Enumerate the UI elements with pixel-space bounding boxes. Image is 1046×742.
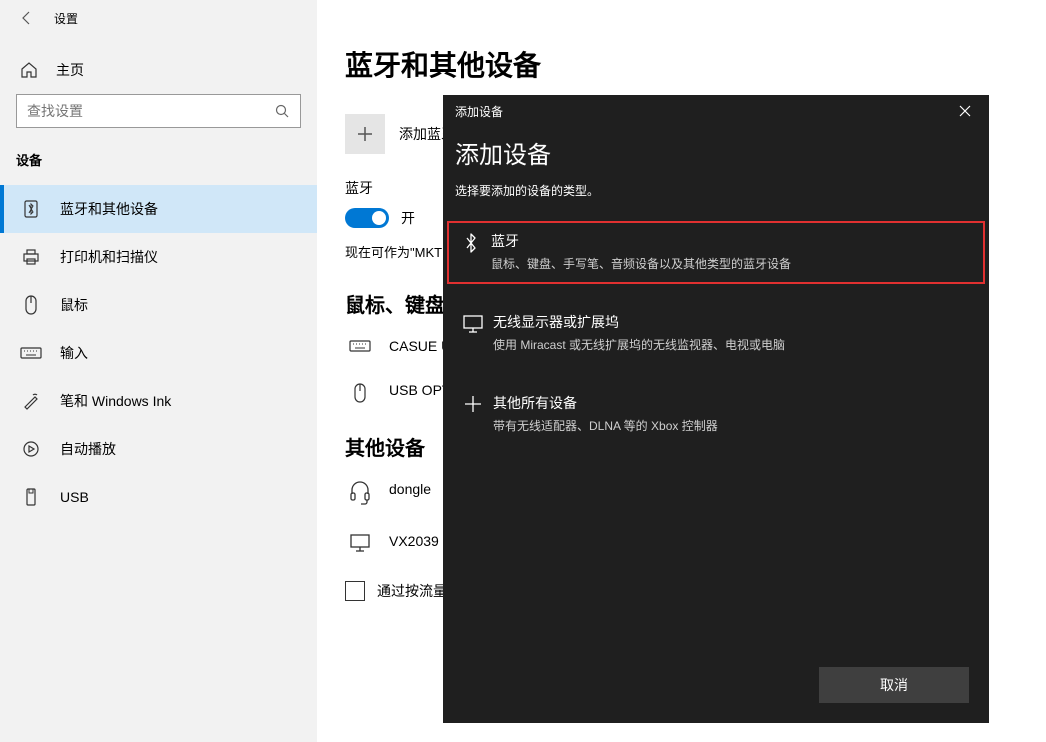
dialog-option-desc: 鼠标、键盘、手写笔、音频设备以及其他类型的蓝牙设备 <box>491 255 977 272</box>
device-label: CASUE U <box>389 338 451 354</box>
metered-checkbox[interactable] <box>345 581 365 601</box>
mouse-icon <box>345 382 375 404</box>
dialog-footer: 取消 <box>819 667 969 703</box>
nav-item-label: 笔和 Windows Ink <box>60 391 171 411</box>
search-input[interactable] <box>27 103 272 119</box>
monitor-icon <box>345 533 375 553</box>
dialog-option-desc: 使用 Miracast 或无线扩展坞的无线监视器、电视或电脑 <box>493 336 975 353</box>
dialog-option-0[interactable]: 蓝牙鼠标、键盘、手写笔、音频设备以及其他类型的蓝牙设备 <box>447 221 985 284</box>
nav-item-label: USB <box>60 489 89 505</box>
nav-item-4[interactable]: 笔和 Windows Ink <box>0 377 317 425</box>
metered-checkbox-label: 通过按流量 <box>377 581 447 601</box>
home-icon <box>20 61 38 79</box>
dialog-header-title: 添加设备 <box>455 103 503 120</box>
dialog-option-title: 无线显示器或扩展坞 <box>493 312 975 332</box>
mouse-icon <box>20 294 42 316</box>
dialog-option-1[interactable]: 无线显示器或扩展坞使用 Miracast 或无线扩展坞的无线监视器、电视或电脑 <box>455 302 977 365</box>
autoplay-icon <box>20 440 42 458</box>
device-label: dongle <box>389 481 431 497</box>
bluetooth-toggle[interactable] <box>345 208 389 228</box>
dialog-close-button[interactable] <box>953 99 977 123</box>
nav-item-2[interactable]: 鼠标 <box>0 281 317 329</box>
nav-item-0[interactable]: 蓝牙和其他设备 <box>0 185 317 233</box>
bluetooth-toggle-label: 开 <box>401 208 415 228</box>
nav-item-3[interactable]: 输入 <box>0 329 317 377</box>
dialog-options-list: 蓝牙鼠标、键盘、手写笔、音频设备以及其他类型的蓝牙设备无线显示器或扩展坞使用 M… <box>455 221 977 446</box>
cancel-button[interactable]: 取消 <box>819 667 969 703</box>
dialog-body: 添加设备 选择要添加的设备的类型。 蓝牙鼠标、键盘、手写笔、音频设备以及其他类型… <box>443 127 989 454</box>
bluetooth-icon <box>455 231 487 253</box>
nav-item-label: 输入 <box>60 343 88 363</box>
section-devices-head: 设备 <box>0 150 317 169</box>
add-device-button[interactable] <box>345 114 385 154</box>
dialog-option-desc: 带有无线适配器、DLNA 等的 Xbox 控制器 <box>493 417 975 434</box>
home-label: 主页 <box>56 60 84 80</box>
settings-title: 设置 <box>54 10 78 27</box>
dialog-header: 添加设备 <box>443 95 989 127</box>
search-box[interactable] <box>16 94 301 128</box>
nav-item-label: 自动播放 <box>60 439 116 459</box>
topbar: 设置 <box>0 0 317 36</box>
back-icon[interactable] <box>16 8 36 28</box>
dialog-option-title: 其他所有设备 <box>493 393 975 413</box>
nav-item-5[interactable]: 自动播放 <box>0 425 317 473</box>
search-icon[interactable] <box>272 103 292 119</box>
nav-item-label: 鼠标 <box>60 295 88 315</box>
dialog-subtitle: 选择要添加的设备的类型。 <box>455 182 977 199</box>
nav-item-label: 打印机和扫描仪 <box>60 247 158 267</box>
bluetooth-rect-icon <box>20 200 42 218</box>
page-title: 蓝牙和其他设备 <box>345 44 1046 84</box>
keyboard-icon <box>345 338 375 354</box>
monitor-icon <box>457 312 489 334</box>
home-link[interactable]: 主页 <box>0 60 317 80</box>
add-device-dialog: 添加设备 添加设备 选择要添加的设备的类型。 蓝牙鼠标、键盘、手写笔、音频设备以… <box>443 95 989 723</box>
usb-icon <box>20 488 42 506</box>
search-container <box>0 94 317 128</box>
dialog-title: 添加设备 <box>455 135 977 170</box>
nav-item-1[interactable]: 打印机和扫描仪 <box>0 233 317 281</box>
plus-icon <box>457 393 489 413</box>
nav-item-label: 蓝牙和其他设备 <box>60 199 158 219</box>
device-label: USB OPT <box>389 382 450 398</box>
headset-icon <box>345 481 375 505</box>
printer-icon <box>20 248 42 266</box>
nav-item-6[interactable]: USB <box>0 473 317 521</box>
nav-list: 蓝牙和其他设备打印机和扫描仪鼠标输入笔和 Windows Ink 自动播放 USB <box>0 185 317 521</box>
keyboard-icon <box>20 345 42 361</box>
dialog-option-title: 蓝牙 <box>491 231 977 251</box>
pen-icon <box>20 392 42 410</box>
dialog-option-2[interactable]: 其他所有设备带有无线适配器、DLNA 等的 Xbox 控制器 <box>455 383 977 446</box>
sidebar: 设置 主页 设备 蓝牙和其他设备打印机和扫描仪鼠标输入笔和 Windows In… <box>0 0 317 742</box>
